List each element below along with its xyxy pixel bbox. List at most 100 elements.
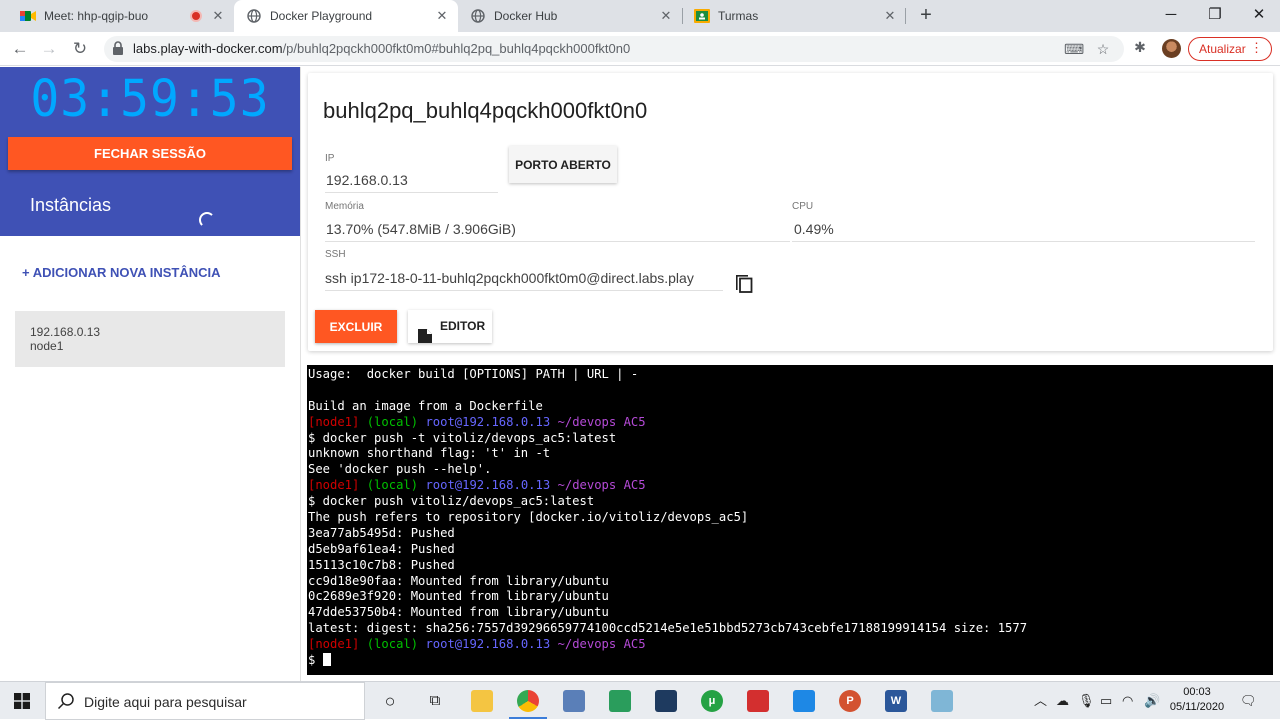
word-icon[interactable]: W (885, 690, 907, 712)
browser-toolbar: ← → ↻ labs.play-with-docker.com/p/buhlq2… (0, 32, 1280, 66)
reload-icon[interactable]: ↻ (69, 38, 91, 60)
ssh-value[interactable]: ssh ip172-18-0-11-buhlq2pqckh000fkt0m0@d… (325, 270, 723, 286)
extensions-puzzle-icon[interactable]: ✱ (1131, 38, 1149, 56)
close-window-icon[interactable]: ✕ (1248, 4, 1270, 26)
terminal-line: 15113c10c7b8: Pushed (308, 558, 1272, 574)
close-tab-icon[interactable]: ✕ (882, 8, 898, 24)
terminal-text: Usage: docker build [OPTIONS] PATH | URL… (308, 367, 639, 381)
app-icon[interactable] (931, 690, 953, 712)
vscode-icon[interactable] (793, 690, 815, 712)
terminal-line: latest: digest: sha256:7557d392966597741… (308, 621, 1272, 637)
prompt-user: root@192.168.0.13 (425, 414, 551, 429)
instance-name: node1 (30, 339, 64, 353)
terminal-line: [node1] (local) root@192.168.0.13 ~/devo… (308, 478, 1272, 494)
copy-icon[interactable] (734, 271, 754, 293)
terminal-text: unknown shorthand flag: 't' in -t (308, 446, 551, 461)
utorrent-icon[interactable]: μ (701, 690, 723, 712)
clock-date: 05/11/2020 (1169, 701, 1225, 713)
tool-app-icon[interactable] (609, 690, 631, 712)
terminal-text: latest: digest: sha256:7557d392966597741… (308, 621, 1028, 636)
address-bar[interactable]: labs.play-with-docker.com/p/buhlq2pqckh0… (104, 36, 1124, 62)
field-underline (325, 290, 723, 291)
chevron-up-icon[interactable]: ︿ (1034, 692, 1047, 710)
prompt-user: root@192.168.0.13 (425, 637, 551, 652)
microphone-icon[interactable]: 🎙 (1078, 692, 1095, 710)
ip-value: 192.168.0.13 (326, 172, 408, 188)
instances-title: Instâncias (30, 195, 112, 215)
tab-turmas[interactable]: Turmas ✕ (682, 0, 906, 32)
tab-separator (905, 8, 906, 24)
terminal-line: cc9d18e90faa: Mounted from library/ubunt… (308, 574, 1272, 590)
url-path: /p/buhlq2pqckh000fkt0m0#buhlq2pq_buhlq4p… (282, 41, 631, 56)
globe-icon (246, 8, 262, 24)
system-clock[interactable]: 00:03 05/11/2020 (1166, 685, 1228, 715)
more-menu-icon[interactable]: ⋮ (1250, 40, 1263, 56)
bookmark-star-icon[interactable]: ☆ (1094, 40, 1112, 58)
avatar[interactable] (1162, 39, 1181, 58)
close-session-button[interactable]: FECHAR SESSÃO (8, 137, 292, 170)
main-panel: buhlq2pq_buhlq4pqckh000fkt0n0 IP 192.168… (301, 67, 1280, 681)
terminal-line: d5eb9af61ea4: Pushed (308, 542, 1272, 558)
terminal-text: See 'docker push --help'. (308, 462, 492, 477)
chrome-icon[interactable] (517, 690, 539, 712)
back-icon[interactable]: ← (9, 38, 31, 60)
minimize-icon[interactable]: ─ (1160, 4, 1182, 26)
sidebar: 03:59:53 FECHAR SESSÃO Instâncias + ADIC… (0, 67, 300, 681)
terminal-line: [node1] (local) root@192.168.0.13 ~/devo… (308, 415, 1272, 431)
instance-list-item[interactable]: 192.168.0.13 node1 (15, 311, 285, 367)
translate-icon[interactable]: ⌨ (1064, 40, 1084, 58)
network-app-icon[interactable] (563, 690, 585, 712)
notifications-icon[interactable]: 🗨 (1240, 692, 1257, 710)
browser-tab-strip: Meet: hhp-qgip-buo ✕ Docker Playground ✕… (0, 0, 1280, 32)
cortana-icon[interactable]: ○ (379, 690, 401, 712)
delete-button[interactable]: EXCLUIR (315, 310, 397, 343)
cpu-label: CPU (792, 201, 814, 212)
tab-meet[interactable]: Meet: hhp-qgip-buo ✕ (8, 0, 234, 32)
forward-icon[interactable]: → (38, 38, 60, 60)
terminal-line: unknown shorthand flag: 't' in -t (308, 446, 1272, 462)
task-view-icon[interactable]: ⧉ (424, 690, 446, 712)
terminal-line: 0c2689e3f920: Mounted from library/ubunt… (308, 589, 1272, 605)
cloud-icon[interactable]: ☁ (1056, 692, 1069, 710)
new-tab-icon[interactable]: + (915, 4, 937, 26)
terminal[interactable]: Usage: docker build [OPTIONS] PATH | URL… (307, 365, 1273, 675)
tab-title: Turmas (718, 9, 759, 23)
taskbar-search-input[interactable]: Digite aqui para pesquisar (45, 682, 365, 720)
instance-hostname: buhlq2pq_buhlq4pqckh000fkt0n0 (323, 98, 648, 123)
terminal-text: 47dde53750b4: Mounted from library/ubunt… (308, 605, 609, 620)
editor-button[interactable]: EDITOR (408, 310, 492, 343)
google-classroom-icon (694, 8, 710, 24)
memory-value: 13.70% (547.8MiB / 3.906GiB) (326, 221, 516, 237)
prompt-dir: ~/devops AC5 (557, 478, 646, 493)
close-tab-icon[interactable]: ✕ (658, 8, 674, 24)
field-underline (792, 241, 1255, 242)
close-tab-icon[interactable]: ✕ (210, 8, 226, 24)
search-placeholder: Digite aqui para pesquisar (84, 694, 247, 710)
windows-start-icon[interactable] (14, 693, 30, 709)
url-host: labs.play-with-docker.com (133, 41, 283, 56)
clock-time: 00:03 (1183, 686, 1211, 698)
power-icon[interactable]: ▭ (1100, 692, 1112, 710)
close-tab-icon[interactable]: ✕ (434, 8, 450, 24)
powerpoint-icon[interactable]: P (839, 690, 861, 712)
wifi-icon[interactable]: ◠ (1122, 692, 1133, 710)
update-button[interactable]: Atualizar ⋮ (1188, 37, 1272, 61)
terminal-text: cc9d18e90faa: Mounted from library/ubunt… (308, 573, 609, 588)
url-text: labs.play-with-docker.com/p/buhlq2pqckh0… (133, 41, 630, 56)
maximize-icon[interactable]: ❐ (1204, 4, 1226, 26)
file-explorer-icon[interactable] (471, 690, 493, 712)
acrobat-icon[interactable] (747, 690, 769, 712)
sidebar-header: 03:59:53 FECHAR SESSÃO Instâncias (0, 67, 300, 236)
terminal-app-icon[interactable] (655, 690, 677, 712)
terminal-line: $ docker push -t vitoliz/devops_ac5:late… (308, 431, 1272, 447)
field-underline (325, 241, 790, 242)
tab-docker-playground[interactable]: Docker Playground ✕ (234, 0, 458, 32)
taskbar: Digite aqui para pesquisar ○ ⧉ μ P W ︿ ☁… (0, 681, 1280, 720)
open-port-button[interactable]: PORTO ABERTO (509, 146, 617, 183)
terminal-line: $ (308, 653, 1272, 669)
terminal-text: $ docker push -t vitoliz/devops_ac5:late… (308, 430, 617, 445)
tab-docker-hub[interactable]: Docker Hub ✕ (458, 0, 682, 32)
add-instance-button[interactable]: + ADICIONAR NOVA INSTÂNCIA (22, 265, 221, 280)
volume-icon[interactable]: 🔊 (1144, 692, 1160, 710)
recording-icon (190, 10, 202, 22)
